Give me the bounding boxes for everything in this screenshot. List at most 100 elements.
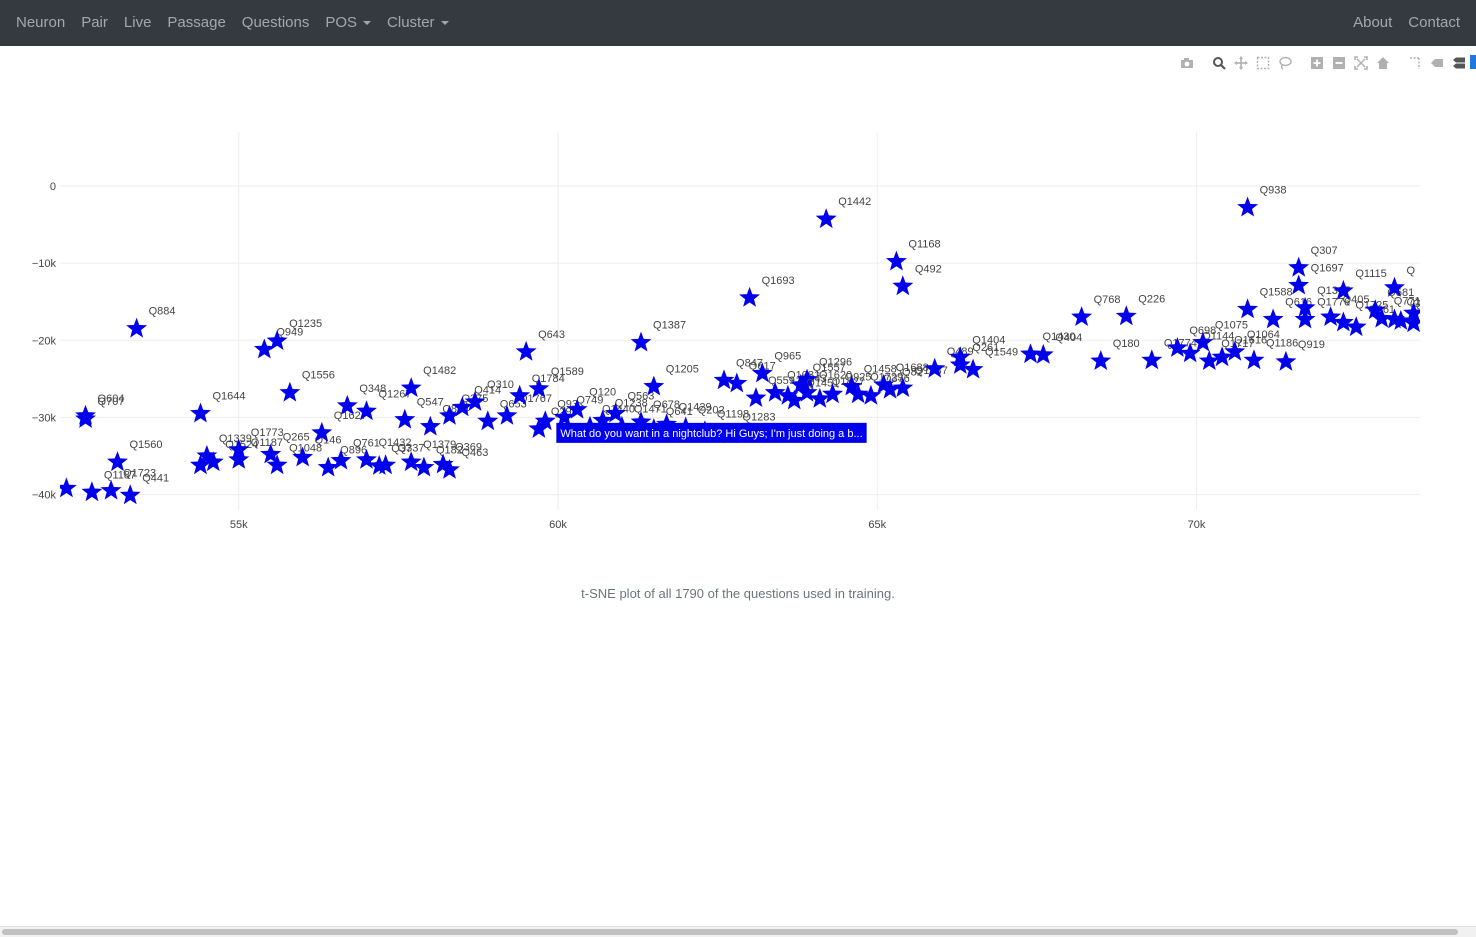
star-marker[interactable]	[1237, 196, 1259, 217]
star-marker[interactable]	[1090, 350, 1112, 370]
nav-questions[interactable]: Questions	[234, 0, 318, 46]
star-marker[interactable]	[713, 369, 735, 390]
reset-axes-icon[interactable]	[1374, 54, 1392, 72]
nav-about[interactable]: About	[1345, 0, 1400, 46]
star-marker[interactable]	[745, 387, 767, 407]
point-label: Q643	[538, 329, 565, 341]
scrollbar-thumb[interactable]	[2, 929, 1458, 935]
scatter-point[interactable]: Q707	[75, 396, 124, 428]
navbar: Neuron Pair Live Passage Questions POS C…	[0, 0, 1476, 46]
scatter-point[interactable]: Q180	[1090, 338, 1140, 370]
star-marker[interactable]	[1288, 256, 1310, 277]
point-label: Q1235	[289, 318, 322, 330]
star-marker[interactable]	[394, 408, 416, 429]
star-marker[interactable]	[100, 479, 122, 500]
star-marker[interactable]	[119, 484, 141, 505]
horizontal-scrollbar[interactable]	[0, 926, 1476, 937]
star-marker[interactable]	[1275, 350, 1297, 371]
scatter-point[interactable]: Q884	[126, 306, 176, 338]
point-label: Q1075	[1215, 320, 1248, 332]
point-label: Q1404	[972, 334, 1005, 346]
scatter-point[interactable]: Q226	[1115, 293, 1165, 326]
star-marker[interactable]	[1243, 349, 1265, 370]
star-marker[interactable]	[892, 275, 914, 296]
star-marker[interactable]	[630, 331, 652, 352]
point-label: Q1186	[1266, 337, 1298, 349]
point-label: Q226	[1138, 293, 1165, 305]
point-label: Q1115	[1355, 268, 1386, 280]
point-label: Q707	[98, 396, 125, 408]
star-marker[interactable]	[126, 317, 148, 338]
point-label: Q307	[1311, 245, 1338, 257]
point-label: Q768	[1094, 294, 1121, 306]
scatter-point[interactable]: Q1693	[739, 275, 795, 307]
point-label: Q884	[149, 306, 176, 318]
x-tick-label: 65k	[868, 519, 886, 531]
nav-cluster-dropdown[interactable]: Cluster	[379, 0, 457, 46]
star-marker[interactable]	[1115, 305, 1137, 326]
nav-passage[interactable]: Passage	[159, 0, 233, 46]
star-marker[interactable]	[419, 415, 441, 436]
autoscale-icon[interactable]	[1352, 54, 1370, 72]
box-select-icon[interactable]	[1254, 54, 1272, 72]
nav-live[interactable]: Live	[116, 0, 160, 46]
nav-pos-label: POS	[325, 14, 358, 31]
nav-contact[interactable]: Contact	[1400, 0, 1468, 46]
star-marker[interactable]	[1141, 349, 1163, 370]
zoom-icon[interactable]	[1210, 54, 1228, 72]
scatter-point[interactable]: Q1556	[279, 370, 335, 402]
star-marker[interactable]	[886, 250, 907, 271]
star-marker[interactable]	[375, 454, 397, 475]
nav-pos-dropdown[interactable]: POS	[317, 0, 379, 46]
point-label: Q1482	[423, 365, 456, 377]
x-tick-label: 55k	[230, 519, 248, 531]
point-label: Q857	[1413, 298, 1440, 310]
star-marker[interactable]	[515, 340, 537, 361]
star-marker[interactable]	[1198, 350, 1220, 370]
scatter-point[interactable]: Q1482	[400, 365, 457, 397]
point-label: Q1442	[838, 196, 871, 208]
star-marker[interactable]	[477, 410, 499, 431]
scatter-point[interactable]: Q404	[1032, 332, 1082, 364]
point-label: Q180	[1113, 338, 1140, 350]
hover-compare-icon[interactable]	[1450, 54, 1468, 72]
plot-modebar	[1178, 54, 1472, 72]
nav-cluster-label: Cluster	[387, 14, 435, 31]
y-tick-label: 0	[50, 181, 56, 193]
point-label: Q404	[1055, 332, 1082, 344]
y-tick-label: −40k	[32, 490, 57, 502]
point-label: Q919	[1298, 339, 1325, 351]
nav-pair[interactable]: Pair	[73, 0, 116, 46]
star-marker[interactable]	[81, 481, 103, 502]
star-marker[interactable]	[279, 381, 301, 402]
scatter-point[interactable]: Q1205	[643, 364, 699, 396]
scatter-point[interactable]: Q768	[1071, 294, 1121, 326]
y-tick-label: −10k	[32, 258, 57, 270]
star-marker[interactable]	[1071, 306, 1093, 326]
point-label: Q120	[589, 387, 616, 399]
spike-lines-icon[interactable]	[1406, 54, 1424, 72]
scatter-point[interactable]: Q1387	[630, 320, 686, 352]
tsne-scatter-plot[interactable]: 55k 60k 65k 70k0−10k−20k−30k−40kQ884Q604Q70…	[0, 110, 1476, 560]
star-marker[interactable]	[75, 408, 96, 428]
zoom-out-icon[interactable]	[1330, 54, 1348, 72]
star-marker[interactable]	[739, 286, 760, 307]
x-tick-label: 70k	[1188, 519, 1206, 531]
point-label: Q1589	[551, 366, 584, 378]
zoom-in-icon[interactable]	[1308, 54, 1326, 72]
hover-closest-icon[interactable]	[1428, 54, 1446, 72]
star-marker[interactable]	[1262, 308, 1284, 329]
lasso-icon[interactable]	[1276, 54, 1294, 72]
scatter-point[interactable]: Q1560	[107, 439, 162, 472]
scatter-point[interactable]: Q938	[1237, 185, 1287, 217]
star-marker[interactable]	[726, 372, 748, 393]
star-marker[interactable]	[1237, 298, 1259, 319]
nav-neuron[interactable]: Neuron	[8, 0, 73, 46]
pan-icon[interactable]	[1232, 54, 1250, 72]
camera-icon[interactable]	[1178, 54, 1196, 72]
point-label: Q1168	[908, 239, 940, 251]
caret-down-icon	[440, 21, 449, 26]
star-marker[interactable]	[190, 402, 211, 423]
scatter-point[interactable]: Q1442	[815, 196, 872, 229]
star-marker[interactable]	[815, 208, 837, 229]
